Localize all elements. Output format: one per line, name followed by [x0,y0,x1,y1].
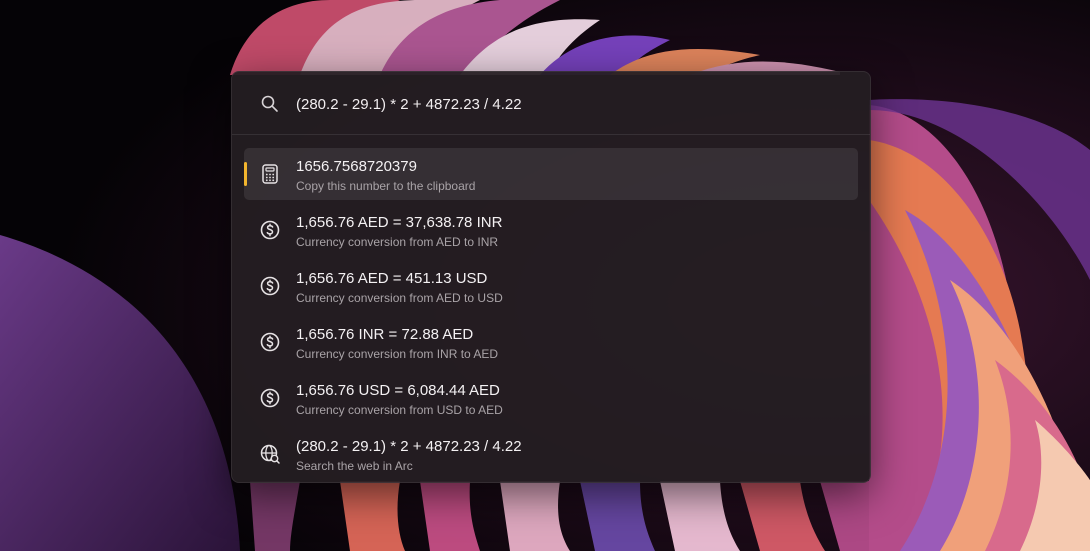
result-subtitle: Search the web in Arc [296,459,413,473]
result-title: (280.2 - 29.1) * 2 + 4872.23 / 4.22 [296,438,522,455]
result-title: 1,656.76 AED = 451.13 USD [296,270,488,287]
results-list: 1656.7568720379 Copy this number to the … [244,148,858,482]
web-search-icon [259,443,281,465]
search-bar [232,72,870,135]
result-item-calculator[interactable]: 1656.7568720379 Copy this number to the … [244,148,858,200]
result-subtitle: Currency conversion from INR to AED [296,347,499,361]
command-palette: 1656.7568720379 Copy this number to the … [231,71,871,483]
result-title: 1656.7568720379 [296,158,417,175]
result-subtitle: Currency conversion from USD to AED [296,403,503,417]
result-item-currency-aed-inr[interactable]: 1,656.76 AED = 37,638.78 INR Currency co… [244,204,858,256]
selection-indicator [244,162,247,186]
search-icon [260,94,280,114]
result-title: 1,656.76 USD = 6,084.44 AED [296,382,500,399]
search-input[interactable] [296,92,836,116]
result-subtitle: Currency conversion from AED to USD [296,291,503,305]
result-title: 1,656.76 AED = 37,638.78 INR [296,214,503,231]
result-item-currency-inr-aed[interactable]: 1,656.76 INR = 72.88 AED Currency conver… [244,316,858,368]
currency-icon [259,219,281,241]
currency-icon [259,387,281,409]
result-item-currency-aed-usd[interactable]: 1,656.76 AED = 451.13 USD Currency conve… [244,260,858,312]
result-item-web-search[interactable]: (280.2 - 29.1) * 2 + 4872.23 / 4.22 Sear… [244,428,858,480]
result-subtitle: Copy this number to the clipboard [296,179,476,193]
currency-icon [259,331,281,353]
currency-icon [259,275,281,297]
result-subtitle: Currency conversion from AED to INR [296,235,499,249]
calculator-icon [259,163,281,185]
result-title: 1,656.76 INR = 72.88 AED [296,326,474,343]
result-item-currency-usd-aed[interactable]: 1,656.76 USD = 6,084.44 AED Currency con… [244,372,858,424]
